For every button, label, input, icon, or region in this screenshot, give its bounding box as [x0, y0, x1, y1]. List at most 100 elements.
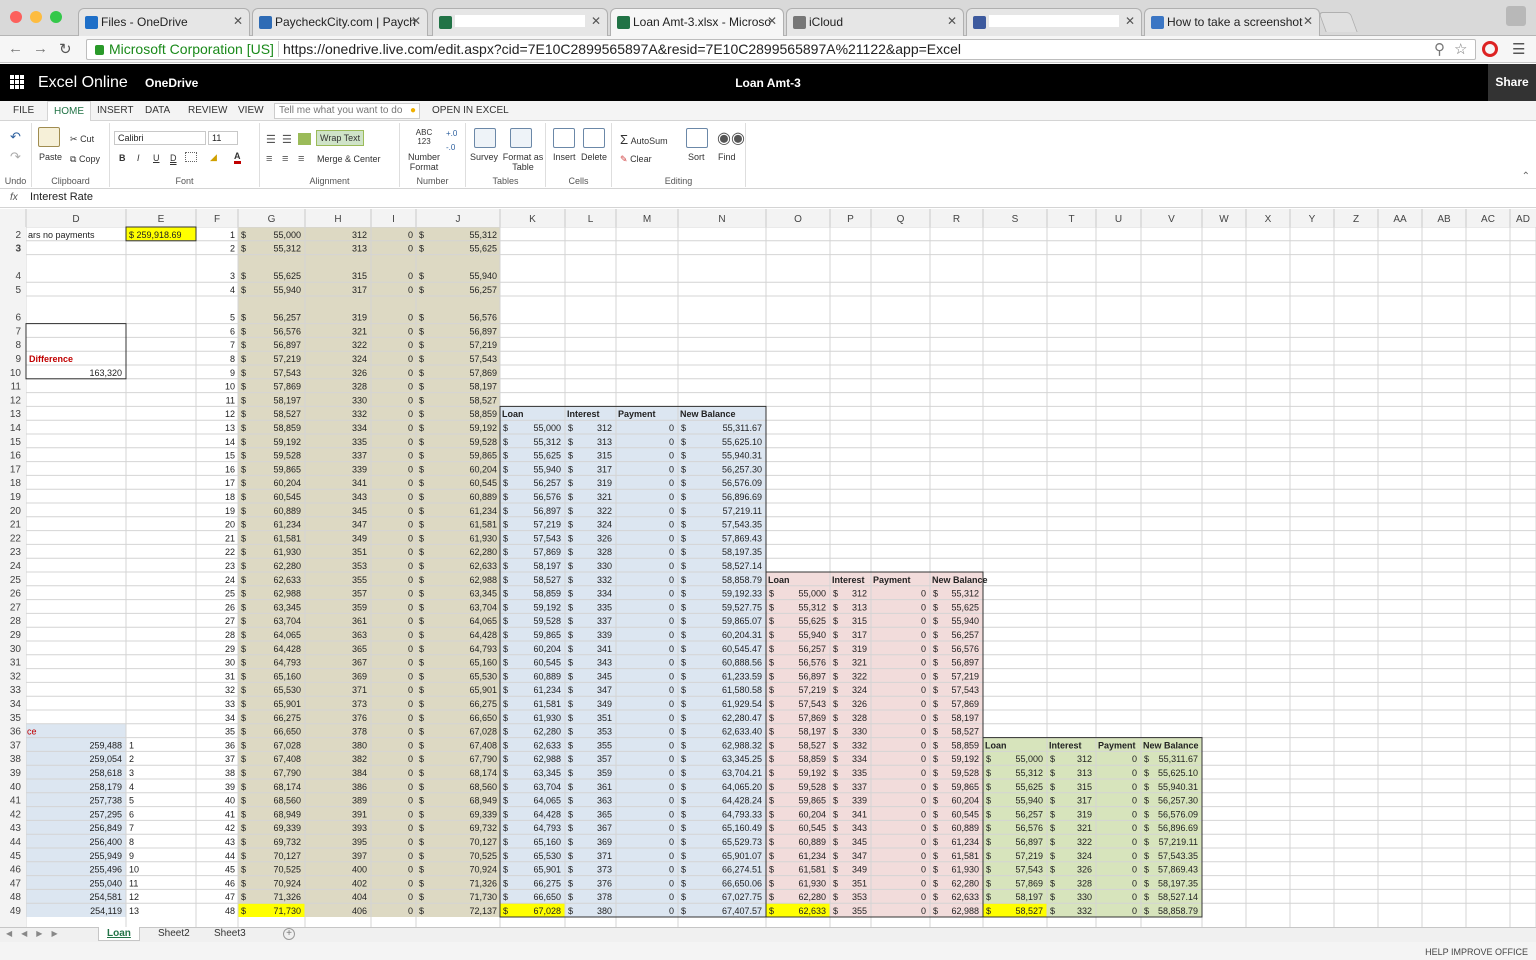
- star-icon[interactable]: ☆: [1454, 40, 1467, 58]
- cut-button[interactable]: ✂ Cut: [70, 134, 94, 145]
- sheet-tab-loan[interactable]: Loan: [98, 927, 140, 941]
- paste-icon[interactable]: [38, 127, 60, 147]
- close-tab-icon[interactable]: ✕: [1125, 14, 1135, 28]
- delete-cells-icon[interactable]: [583, 128, 605, 148]
- autosum-button[interactable]: Σ AutoSum: [620, 132, 668, 147]
- browser-tab[interactable]: iCloud ✕: [786, 8, 964, 36]
- survey-button[interactable]: Survey: [470, 152, 498, 162]
- sort-button[interactable]: Sort: [688, 152, 705, 162]
- close-tab-icon[interactable]: ✕: [233, 14, 243, 28]
- tell-me-input[interactable]: Tell me what you want to do ●: [274, 103, 420, 119]
- insert-button[interactable]: Insert: [553, 152, 576, 162]
- add-sheet-icon[interactable]: +: [283, 928, 295, 940]
- close-tab-icon[interactable]: ✕: [767, 14, 777, 28]
- back-icon[interactable]: ←: [8, 40, 23, 57]
- balance-value: 55,940: [469, 271, 497, 281]
- font-name-select[interactable]: Calibri: [114, 131, 206, 145]
- open-in-excel-button[interactable]: OPEN IN EXCEL: [432, 105, 509, 116]
- italic-button[interactable]: I: [137, 153, 140, 163]
- insert-cells-icon[interactable]: [553, 128, 575, 148]
- blue-table-loan: 63,345: [533, 768, 561, 778]
- align-right-icon[interactable]: ≡: [298, 153, 304, 165]
- number-format-icon[interactable]: ABC 123: [412, 128, 436, 146]
- browser-tab[interactable]: ✕: [432, 8, 608, 36]
- currency-symbol: $: [419, 851, 424, 861]
- bold-button[interactable]: B: [119, 153, 126, 163]
- help-improve-office-link[interactable]: HELP IMPROVE OFFICE: [1425, 947, 1528, 957]
- group-label-undo: Undo: [4, 176, 27, 186]
- ev-certificate-badge[interactable]: Microsoft Corporation [US]: [91, 41, 279, 57]
- currency-symbol: $: [933, 906, 938, 916]
- search-icon[interactable]: ⚲: [1434, 40, 1445, 58]
- close-tab-icon[interactable]: ✕: [411, 14, 421, 28]
- fill-color-icon[interactable]: ◢: [210, 152, 217, 163]
- align-middle-icon[interactable]: ☰: [282, 133, 292, 146]
- align-top-icon[interactable]: ☰: [266, 133, 276, 146]
- decrease-decimal-icon[interactable]: -.0: [446, 143, 455, 152]
- blue-table-loan: 56,257: [533, 478, 561, 488]
- font-size-select[interactable]: 11: [208, 131, 238, 145]
- redo-icon[interactable]: ↷: [10, 149, 21, 165]
- tab-home[interactable]: HOME: [47, 101, 91, 122]
- close-tab-icon[interactable]: ✕: [947, 14, 957, 28]
- delete-button[interactable]: Delete: [581, 152, 607, 162]
- survey-icon[interactable]: [474, 128, 496, 148]
- tab-file[interactable]: FILE: [13, 105, 34, 116]
- align-center-icon[interactable]: ≡: [282, 153, 288, 165]
- sheet-tab-sheet3[interactable]: Sheet3: [206, 927, 254, 940]
- share-button[interactable]: Share: [1488, 64, 1536, 101]
- merge-center-button[interactable]: Merge & Center: [317, 154, 381, 164]
- browser-tab[interactable]: PaycheckCity.com | Paych ✕: [252, 8, 428, 36]
- sort-icon[interactable]: [686, 128, 708, 148]
- browser-tab[interactable]: Files - OneDrive ✕: [78, 8, 250, 36]
- maximize-window-icon[interactable]: [50, 11, 62, 23]
- copy-button[interactable]: ⧉ Copy: [70, 154, 100, 165]
- underline-button[interactable]: U: [153, 153, 160, 163]
- tab-review[interactable]: REVIEW: [188, 105, 227, 116]
- browser-tab[interactable]: ✕: [966, 8, 1142, 36]
- format-as-table-button[interactable]: Format as Table: [502, 152, 544, 172]
- clear-button[interactable]: ✎ Clear: [620, 154, 652, 165]
- wrap-text-button[interactable]: Wrap Text: [316, 130, 365, 146]
- formula-input[interactable]: Interest Rate: [26, 191, 1526, 206]
- binoculars-icon[interactable]: ◉◉: [717, 128, 745, 148]
- url-input[interactable]: Microsoft Corporation [US] https://onedri…: [86, 39, 1476, 60]
- close-tab-icon[interactable]: ✕: [591, 14, 601, 28]
- number-format-button[interactable]: Number Format: [406, 152, 442, 172]
- forward-icon[interactable]: →: [33, 40, 48, 57]
- tab-view[interactable]: VIEW: [238, 105, 264, 116]
- new-tab-button[interactable]: [1318, 12, 1358, 32]
- blue-table-balance: 62,633.40: [722, 727, 762, 737]
- close-tab-icon[interactable]: ✕: [1303, 14, 1313, 28]
- currency-symbol: $: [833, 589, 838, 599]
- tab-insert[interactable]: INSERT: [97, 105, 134, 116]
- fx-icon[interactable]: fx: [10, 192, 18, 203]
- tab-data[interactable]: DATA: [145, 105, 170, 116]
- font-color-icon[interactable]: A: [234, 151, 241, 164]
- paste-button[interactable]: Paste: [39, 152, 62, 162]
- double-underline-button[interactable]: D: [170, 153, 177, 163]
- extension-icon[interactable]: [1482, 41, 1498, 57]
- browser-tab[interactable]: Loan Amt-3.xlsx - Microso ✕: [610, 8, 784, 37]
- undo-icon[interactable]: ↶: [10, 129, 21, 145]
- find-button[interactable]: Find: [718, 152, 736, 162]
- currency-symbol: $: [833, 823, 838, 833]
- sheet-tab-sheet2[interactable]: Sheet2: [150, 927, 198, 940]
- browser-tab[interactable]: How to take a screenshot ✕: [1144, 8, 1320, 36]
- profile-icon[interactable]: [1506, 6, 1526, 26]
- increase-decimal-icon[interactable]: +.0: [446, 129, 457, 138]
- pink-table-header: Loan: [768, 575, 790, 585]
- borders-icon[interactable]: [185, 152, 197, 162]
- row-header: 35: [10, 713, 22, 724]
- menu-icon[interactable]: ☰: [1512, 40, 1525, 58]
- currency-symbol: $: [833, 906, 838, 916]
- format-as-table-icon[interactable]: [510, 128, 532, 148]
- align-bottom-icon[interactable]: [298, 133, 311, 145]
- sheet-nav-icons[interactable]: ◀◀▶▶: [6, 929, 67, 938]
- close-window-icon[interactable]: [10, 11, 22, 23]
- collapse-ribbon-icon[interactable]: ⌃: [1522, 171, 1530, 182]
- spreadsheet-grid[interactable]: D E F G H I J K L M N O P Q R S T U V W X Y Z AA AB AC AD 2 3 4 5 6 7 8 9 1…: [0, 209, 1536, 927]
- reload-icon[interactable]: ↻: [59, 40, 72, 58]
- align-left-icon[interactable]: ≡: [266, 153, 272, 165]
- minimize-window-icon[interactable]: [30, 11, 42, 23]
